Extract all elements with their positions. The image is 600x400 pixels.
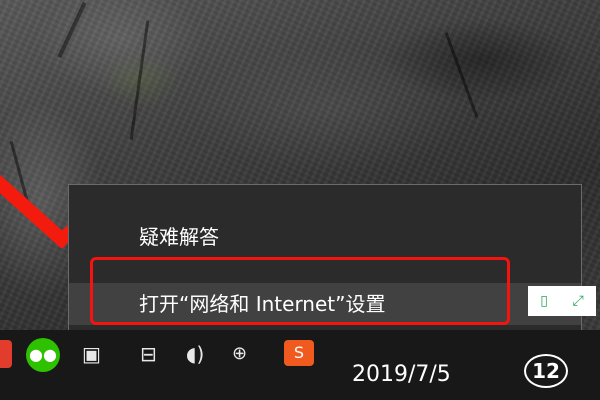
wechat-icon[interactable]: ●● xyxy=(26,338,60,372)
clock-date[interactable]: 2019/7/5 xyxy=(352,360,451,390)
ime-icon[interactable]: ⊕ xyxy=(232,340,247,368)
notification-count: 12 xyxy=(532,359,560,383)
app-icon-orange[interactable]: S xyxy=(284,340,314,366)
menu-item-label: 疑难解答 xyxy=(139,225,219,249)
menu-item-troubleshoot[interactable]: 疑难解答 xyxy=(69,217,581,257)
volume-icon[interactable]: ◖) xyxy=(186,340,204,368)
app-icon-gray[interactable]: ▣ xyxy=(82,340,101,368)
network-icon[interactable]: ⊟ xyxy=(140,340,157,368)
annotation-highlight-box xyxy=(90,257,510,325)
rock-crack xyxy=(444,32,479,118)
phone-icon[interactable]: ▯ xyxy=(540,293,548,309)
notification-icon[interactable]: 12 xyxy=(524,354,568,388)
side-widget: ▯ ⤢ xyxy=(528,286,596,316)
rock-crack xyxy=(57,1,87,59)
rock-crack xyxy=(129,20,150,140)
expand-icon[interactable]: ⤢ xyxy=(573,293,584,309)
app-icon-red[interactable] xyxy=(0,340,12,368)
